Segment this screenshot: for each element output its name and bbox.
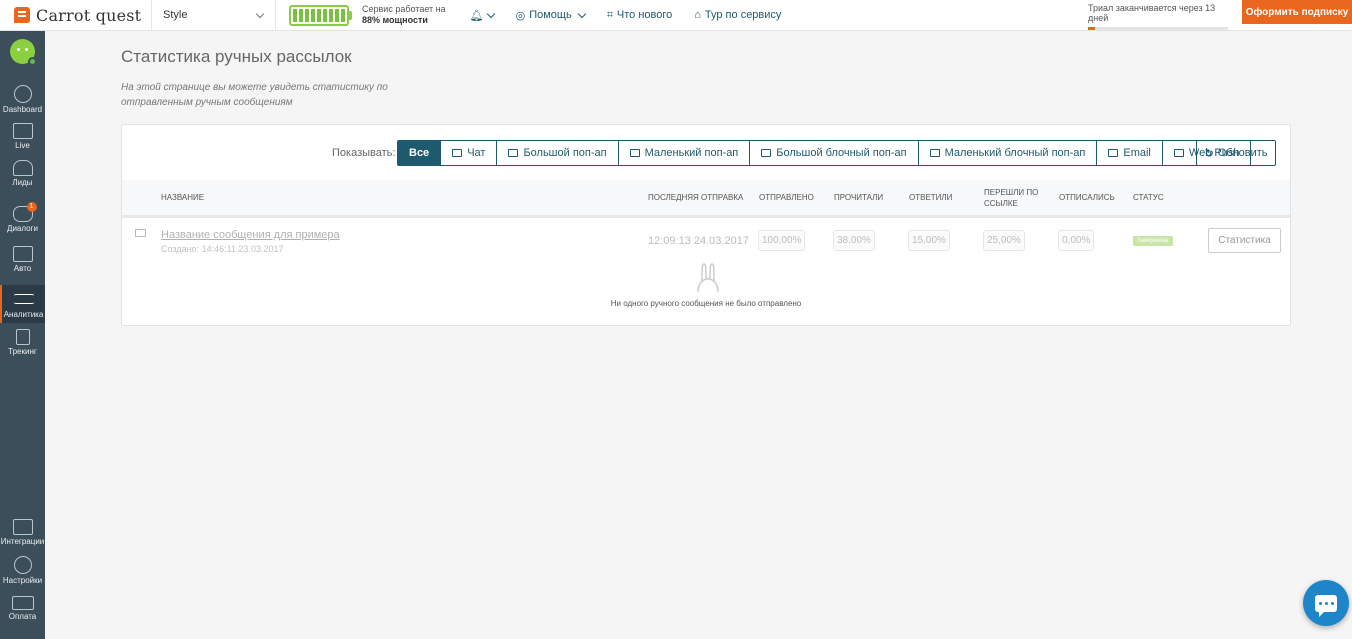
- replied-value: 15,00%: [908, 230, 950, 251]
- lifebuoy-icon: ◎: [515, 9, 526, 22]
- whats-new-link[interactable]: ⌗ Что нового: [607, 9, 673, 22]
- type-filter-group: Все Чат Большой поп-ап Маленький поп-ап …: [397, 140, 1252, 166]
- filter-small-block-popup[interactable]: Маленький блочный поп-ап: [918, 140, 1098, 166]
- block-popup-icon: [761, 149, 772, 157]
- sidebar-item-integrations[interactable]: Интеграции: [0, 519, 45, 546]
- subscribe-button[interactable]: Оформить подписку: [1242, 0, 1352, 24]
- column-header-status[interactable]: Статус: [1133, 180, 1164, 215]
- column-header-clicked[interactable]: Перешли по ссылке: [984, 180, 1044, 215]
- sidebar-item-analytics[interactable]: Аналитика: [0, 285, 45, 323]
- chevron-down-icon: [255, 9, 265, 18]
- unsubscribed-value: 0,00%: [1058, 230, 1095, 251]
- column-header-sent[interactable]: Отправлено: [759, 180, 814, 215]
- pulse-icon: [12, 123, 33, 139]
- unread-badge: 1: [26, 202, 37, 212]
- clicked-value: 25,00%: [983, 230, 1025, 251]
- filter-all[interactable]: Все: [397, 140, 442, 166]
- message-created: Создано: 14:46:11 23.03.2017: [161, 244, 284, 254]
- envelope-icon: [135, 229, 146, 237]
- logo[interactable]: Carrot quest: [0, 0, 152, 31]
- service-status: Сервис работает на 88% мощности: [362, 4, 446, 25]
- cursor-icon: [15, 329, 30, 345]
- sidebar-item-settings[interactable]: Настройки: [0, 556, 45, 585]
- filter-chat[interactable]: Чат: [441, 140, 498, 166]
- column-header-read[interactable]: Прочитали: [834, 180, 883, 215]
- small-block-popup-icon: [929, 149, 940, 157]
- browser-icon: [1173, 149, 1184, 157]
- stats-card: Показывать: Все Чат Большой поп-ап Мален…: [121, 124, 1291, 326]
- gear-icon: [13, 556, 32, 574]
- page-description: На этой странице вы можете увидеть стати…: [121, 82, 388, 108]
- tour-link[interactable]: ⌂ Тур по сервису: [694, 9, 781, 21]
- filter-big-block-popup[interactable]: Большой блочный поп-ап: [750, 140, 919, 166]
- filter-label: Показывать:: [332, 147, 396, 159]
- read-value: 38,00%: [833, 230, 875, 251]
- refresh-icon: ↻: [1204, 147, 1214, 160]
- chat-icon: 1: [12, 202, 37, 222]
- bell-icon: 🔔︎: [469, 9, 484, 22]
- filter-email[interactable]: Email: [1097, 140, 1163, 166]
- chevron-down-icon: [577, 9, 586, 18]
- status-badge: Завершена: [1133, 236, 1173, 246]
- card-icon: [11, 596, 34, 610]
- graduation-cap-icon: ⌂: [694, 9, 701, 21]
- notifications-button[interactable]: 🔔︎: [469, 9, 495, 22]
- trial-text: Триал заканчивается через 13 дней: [1088, 3, 1216, 23]
- statistics-button[interactable]: Статистика: [1208, 228, 1281, 253]
- analytics-icon: [13, 294, 34, 304]
- rabbit-icon: [697, 263, 719, 293]
- chevron-down-icon: [486, 9, 495, 18]
- top-bar: Carrot quest Style Сервис работает на 88…: [0, 0, 1352, 31]
- last-sent-value: 12:09:13 24.03.2017: [648, 235, 749, 247]
- service-battery-icon: [289, 4, 352, 26]
- column-header-name[interactable]: Название: [161, 180, 204, 215]
- filter-small-popup[interactable]: Маленький поп-ап: [618, 140, 751, 166]
- column-header-unsubscribed[interactable]: Отписались: [1059, 180, 1115, 215]
- sidebar-item-live[interactable]: Live: [0, 123, 45, 150]
- gift-icon: ⌗: [606, 8, 613, 21]
- refresh-button[interactable]: ↻ Обновить: [1196, 140, 1276, 166]
- sidebar-item-auto[interactable]: Авто: [0, 246, 45, 273]
- popup-icon: [508, 149, 519, 157]
- sidebar: Dashboard Live Лиды 1 Диалоги Авто Анали…: [0, 31, 45, 639]
- sidebar-item-tracking[interactable]: Трекинг: [0, 329, 45, 356]
- project-selector[interactable]: Style: [152, 0, 276, 31]
- envelope-icon: [1108, 149, 1119, 157]
- logo-text: Carrot quest: [36, 5, 142, 25]
- column-header-last-sent[interactable]: Последняя отправка: [648, 180, 743, 215]
- empty-state-text: Ни одного ручного сообщения не было отпр…: [610, 299, 802, 308]
- table-row: Название сообщения для примера Создано: …: [122, 220, 1290, 260]
- trial-indicator: Триал заканчивается через 13 дней: [1088, 3, 1228, 30]
- sidebar-item-billing[interactable]: Оплата: [0, 596, 45, 621]
- sent-value: 100,00%: [758, 230, 806, 251]
- users-icon: [12, 160, 33, 176]
- online-status-icon: [28, 57, 37, 66]
- gauge-icon: [13, 85, 32, 103]
- filter-big-popup[interactable]: Большой поп-ап: [497, 140, 619, 166]
- auto-message-icon: [12, 246, 33, 262]
- column-header-replied[interactable]: Ответили: [909, 180, 952, 215]
- help-menu[interactable]: ◎ Помощь: [515, 9, 586, 22]
- chat-widget-button[interactable]: [1303, 580, 1349, 626]
- sidebar-item-dashboard[interactable]: Dashboard: [0, 85, 45, 114]
- carrot-logo-icon: [14, 7, 30, 23]
- project-name: Style: [163, 9, 188, 21]
- table-header: Название Последняя отправка Отправлено П…: [122, 180, 1290, 218]
- page-title: Статистика ручных рассылок: [121, 47, 352, 66]
- chat-icon: [452, 149, 463, 157]
- chat-icon: [1315, 594, 1337, 617]
- avatar[interactable]: [10, 39, 37, 66]
- puzzle-icon: [12, 519, 33, 535]
- trial-progress: [1088, 27, 1228, 30]
- sidebar-item-leads[interactable]: Лиды: [0, 160, 45, 187]
- small-popup-icon: [629, 149, 640, 157]
- message-name-link[interactable]: Название сообщения для примера: [161, 229, 340, 241]
- sidebar-item-dialogs[interactable]: 1 Диалоги: [0, 202, 45, 233]
